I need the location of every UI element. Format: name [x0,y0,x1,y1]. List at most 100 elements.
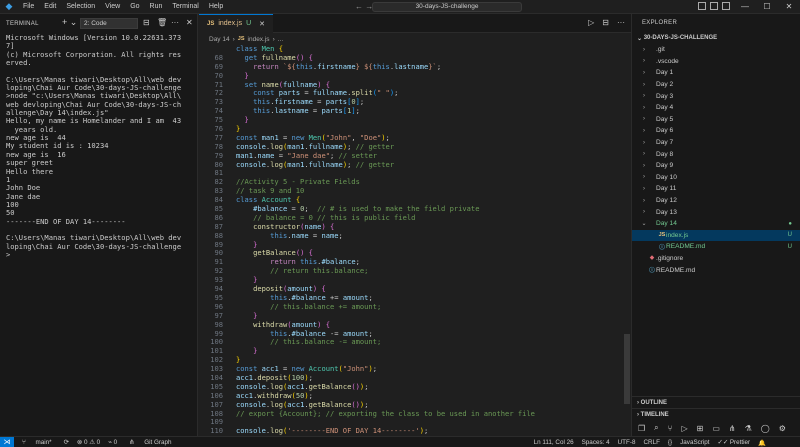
tree-item-gitignore[interactable]: ◆ .gitignore [632,253,800,265]
git-graph-button[interactable]: ⋔ Git Graph [121,439,179,446]
explorer-icon[interactable]: ❐ [638,424,645,433]
tree-item-day-13[interactable]: › Day 13 [632,206,800,218]
chevron-down-icon: ⌄ [637,35,644,42]
menu-item-run[interactable]: Run [145,3,168,10]
tree-item-day-7[interactable]: › Day 7 [632,137,800,149]
toggle-sidebar-icon[interactable] [698,2,706,10]
timeline-section[interactable]: › TIMELINE [632,408,800,420]
trash-icon[interactable]: 🗑 [157,18,167,27]
close-icon[interactable]: ✕ [778,0,800,14]
code-text: this.lastname = parts[1]; [253,106,360,116]
tree-item-label: .gitignore [656,254,684,262]
split-terminal-icon[interactable]: ⊟ [143,18,150,27]
problems-indicator[interactable]: ⊗ 0 ⚠ 0 [73,439,104,446]
more-icon[interactable]: ··· [171,18,179,27]
tree-item-git[interactable]: › .git [632,44,800,56]
code-view[interactable]: class Men {68 get fullname() {69 return … [199,44,631,436]
branch-indicator[interactable]: ⑂ main* [14,439,60,446]
tree-item-index-js[interactable]: JS index.js U [632,229,800,242]
chevron-right-icon: › [643,93,645,100]
javascript-file-icon: JS [237,36,245,42]
tree-item-label: README.md [666,243,706,251]
tree-item-label: Day 14 [656,220,677,228]
tree-item-day-12[interactable]: › Day 12 [632,195,800,207]
tree-item-readme-md[interactable]: ⓘ README.md [632,264,800,276]
tree-item-day-4[interactable]: › Day 4 [632,102,800,114]
activity-bar-bottom: ❐ ⌕ ⑂ ▷ ⊞ ▭ ⋔ ⚗ ◯ ⚙ [632,420,800,436]
more-actions-icon[interactable]: ··· [617,18,625,27]
terminal-output[interactable]: Microsoft Windows [Version 10.0.22631.37… [0,33,197,260]
terminal-selector[interactable]: 2: Code [80,18,138,29]
breadcrumb-file[interactable]: index.js [248,36,270,43]
end-of-line[interactable]: CRLF [639,439,663,446]
menu-item-file[interactable]: File [18,3,39,10]
tree-item-label: index.js [666,231,689,239]
chevron-right-icon: › [643,162,645,169]
menu-item-selection[interactable]: Selection [61,3,100,10]
remote-explorer-icon[interactable]: ▭ [712,424,720,433]
account-icon[interactable]: ◯ [761,424,770,433]
nav-arrows: ← → [355,2,373,11]
explorer-root-folder[interactable]: ⌄ 30-DAYS-JS-CHALLENGE [632,32,800,44]
branch-name: main* [35,438,52,446]
search-icon[interactable]: ⌕ [654,423,658,433]
scrollbar-thumb[interactable] [624,334,630,404]
tree-item-day-1[interactable]: › Day 1 [632,67,800,79]
tab-index-js[interactable]: JS index.js U ✕ [199,13,274,33]
run-debug-icon[interactable]: ▷ [681,424,687,433]
sync-icon[interactable]: ⟳ [60,439,73,446]
close-tab-icon[interactable]: ✕ [259,20,265,28]
code-line: 108// export {Account}; // exporting the… [199,409,631,419]
remote-indicator-icon[interactable]: ⋊ [0,436,14,447]
run-icon[interactable]: ▷ [588,18,594,27]
tree-item-day-5[interactable]: › Day 5 [632,114,800,126]
extensions-icon[interactable]: ⊞ [697,424,704,433]
maximize-icon[interactable]: ☐ [756,0,778,14]
tree-item-day-14[interactable]: ⌄ Day 14 ● [632,218,800,230]
status-bar-right: Ln 111, Col 26 Spaces: 4 UTF-8 CRLF {} J… [530,437,770,447]
tree-item-day-2[interactable]: › Day 2 [632,79,800,91]
terminal-line: Hello there [6,166,53,176]
line-number: 110 [210,426,223,436]
nav-back-icon[interactable]: ← [355,2,363,11]
tree-item-day-8[interactable]: › Day 8 [632,148,800,160]
source-control-icon[interactable]: ⑂ [668,424,673,433]
minimize-icon[interactable]: — [734,0,756,14]
new-terminal-icon[interactable]: + ⌄ [62,17,77,28]
menu-item-view[interactable]: View [100,3,125,10]
editor-scrollbar[interactable] [623,54,631,434]
tree-item-vscode[interactable]: › .vscode [632,56,800,68]
menu-item-terminal[interactable]: Terminal [167,3,203,10]
prettier-status[interactable]: ✓✓ Prettier [714,439,755,446]
tree-item-day-10[interactable]: › Day 10 [632,172,800,184]
tree-item-day-9[interactable]: › Day 9 [632,160,800,172]
breadcrumb-folder[interactable]: Day 14 [209,36,230,43]
indentation[interactable]: Spaces: 4 [578,439,614,446]
ports-indicator[interactable]: ⌁ 0 [104,439,121,446]
encoding[interactable]: UTF-8 [614,439,640,446]
split-editor-icon[interactable]: ⊟ [602,18,609,27]
notifications-bell-icon[interactable]: 🔔 [754,439,770,447]
settings-gear-icon[interactable]: ⚙ [779,424,786,433]
tree-item-label: Day 1 [656,69,674,77]
language-mode[interactable]: JavaScript [676,439,713,446]
testing-icon[interactable]: ⚗ [745,424,752,433]
terminal-header: TERMINAL + ⌄ 2: Code ⊟ 🗑 ··· ✕ [0,14,197,33]
tree-item-readme-md[interactable]: ⓘ README.md U [632,241,800,253]
toggle-panel-icon[interactable] [710,2,718,10]
outline-section[interactable]: › OUTLINE [632,396,800,408]
command-center-search[interactable]: 30-days-JS-challenge [372,2,522,12]
menu-item-go[interactable]: Go [125,3,144,10]
breadcrumb-symbol[interactable]: ... [278,36,283,43]
cursor-position[interactable]: Ln 111, Col 26 [530,439,578,446]
tree-item-day-11[interactable]: › Day 11 [632,183,800,195]
close-panel-icon[interactable]: ✕ [186,18,193,27]
menu-item-edit[interactable]: Edit [39,3,61,10]
tree-item-day-6[interactable]: › Day 6 [632,125,800,137]
tree-item-day-3[interactable]: › Day 3 [632,90,800,102]
tree-item-label: .vscode [656,57,679,65]
menu-item-help[interactable]: Help [204,3,228,10]
toggle-secondary-sidebar-icon[interactable] [722,2,730,10]
language-braces-icon[interactable]: {} [664,439,676,446]
git-graph-icon[interactable]: ⋔ [729,424,736,433]
